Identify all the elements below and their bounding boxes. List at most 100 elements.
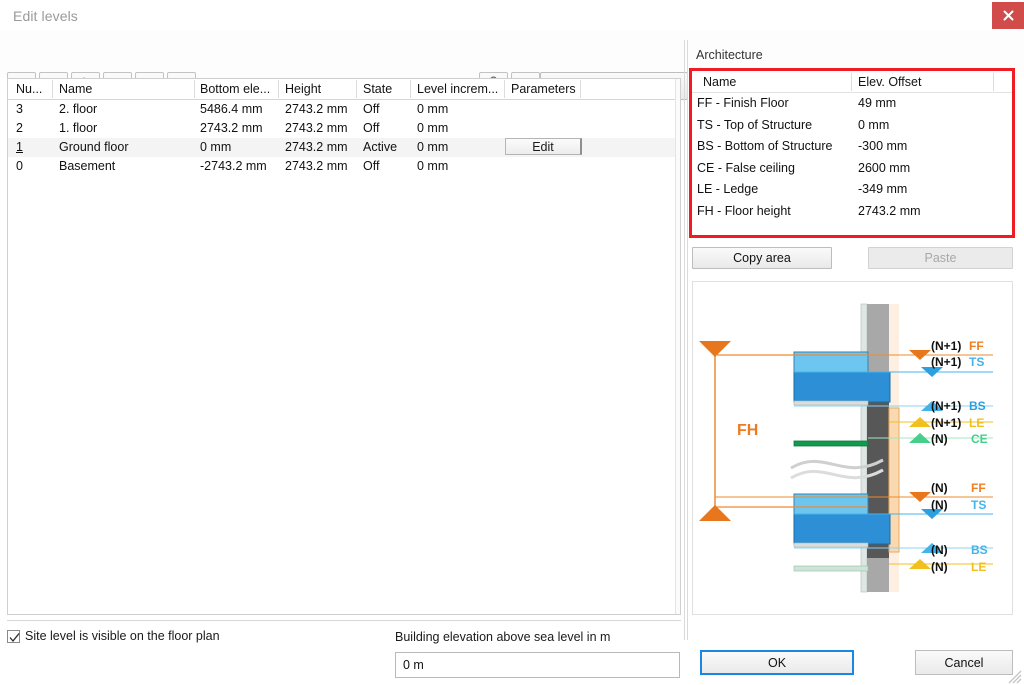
column-header-name[interactable]: Name bbox=[59, 82, 92, 96]
cell-state: Off bbox=[363, 121, 379, 135]
cell-bottom: -2743.2 mm bbox=[200, 159, 267, 173]
diagram-label-prefix: (N) bbox=[931, 560, 948, 574]
column-divider[interactable] bbox=[851, 73, 852, 91]
cancel-button[interactable]: Cancel bbox=[915, 650, 1013, 675]
cell-number: 3 bbox=[16, 102, 23, 116]
close-button[interactable] bbox=[992, 2, 1024, 29]
cell-increment: 0 mm bbox=[417, 102, 448, 116]
cell-state: Off bbox=[363, 159, 379, 173]
cell-arch-name: BS - Bottom of Structure bbox=[697, 139, 832, 153]
diagram-label-prefix: (N) bbox=[931, 432, 948, 446]
levels-table-header: Nu... Name Bottom ele... Height State Le… bbox=[8, 79, 680, 100]
cell-arch-offset: 2600 mm bbox=[858, 161, 910, 175]
diagram-label-code: LE bbox=[969, 416, 984, 430]
cell-height: 2743.2 mm bbox=[285, 159, 348, 173]
cell-increment: 0 mm bbox=[417, 121, 448, 135]
levels-table: Nu... Name Bottom ele... Height State Le… bbox=[7, 78, 681, 615]
footer-divider bbox=[7, 620, 681, 621]
table-row[interactable]: 0 Basement -2743.2 mm 2743.2 mm Off 0 mm bbox=[8, 157, 680, 176]
list-item[interactable]: FF - Finish Floor 49 mm bbox=[692, 93, 1012, 115]
column-header-state[interactable]: State bbox=[363, 82, 392, 96]
cell-height: 2743.2 mm bbox=[285, 102, 348, 116]
cell-bottom: 0 mm bbox=[200, 140, 231, 154]
cell-bottom: 2743.2 mm bbox=[200, 121, 263, 135]
building-elevation-label: Building elevation above sea level in m bbox=[395, 630, 610, 644]
diagram-label-code: FF bbox=[971, 481, 986, 495]
architecture-table-header: Name Elev. Offset bbox=[692, 71, 1012, 93]
cell-number: 1 bbox=[16, 140, 23, 154]
checkmark-icon bbox=[9, 632, 20, 643]
cell-name: 2. floor bbox=[59, 102, 97, 116]
copy-area-button[interactable]: Copy area bbox=[692, 247, 832, 269]
table-row[interactable]: 2 1. floor 2743.2 mm 2743.2 mm Off 0 mm bbox=[8, 119, 680, 138]
column-header-arch-offset[interactable]: Elev. Offset bbox=[858, 75, 921, 89]
architecture-table: Name Elev. Offset FF - Finish Floor 49 m… bbox=[689, 68, 1015, 238]
cell-arch-name: FF - Finish Floor bbox=[697, 96, 789, 110]
level-reference-diagram: FH (N+1) FF (N+1) TS (N+1) BS (N+1) LE (… bbox=[692, 281, 1013, 615]
diagram-label-code: BS bbox=[971, 543, 988, 557]
diagram-label-prefix: (N+1) bbox=[931, 399, 961, 413]
paste-button: Paste bbox=[868, 247, 1013, 269]
cell-number: 2 bbox=[16, 121, 23, 135]
column-header-increment[interactable]: Level increm... bbox=[417, 82, 498, 96]
diagram-label-code: LE bbox=[971, 560, 986, 574]
diagram-label-code: TS bbox=[971, 498, 986, 512]
list-item[interactable]: CE - False ceiling 2600 mm bbox=[692, 158, 1012, 180]
diagram-label-prefix: (N) bbox=[931, 498, 948, 512]
cell-arch-name: TS - Top of Structure bbox=[697, 118, 812, 132]
ok-button[interactable]: OK bbox=[700, 650, 854, 675]
site-level-checkbox[interactable]: Site level is visible on the floor plan bbox=[7, 629, 220, 643]
column-divider[interactable] bbox=[410, 80, 411, 98]
column-divider[interactable] bbox=[993, 73, 994, 91]
list-item[interactable]: BS - Bottom of Structure -300 mm bbox=[692, 136, 1012, 158]
level-section-drawing: FH bbox=[693, 282, 1012, 614]
column-divider[interactable] bbox=[504, 80, 505, 98]
column-divider[interactable] bbox=[278, 80, 279, 98]
column-divider[interactable] bbox=[580, 80, 581, 98]
cell-state: Off bbox=[363, 102, 379, 116]
column-header-height[interactable]: Height bbox=[285, 82, 321, 96]
table-row[interactable]: 3 2. floor 5486.4 mm 2743.2 mm Off 0 mm bbox=[8, 100, 680, 119]
levels-table-scrollbar[interactable] bbox=[675, 79, 680, 614]
resize-grip-icon[interactable] bbox=[1008, 670, 1022, 684]
diagram-label-code: CE bbox=[971, 432, 988, 446]
cell-arch-offset: -349 mm bbox=[858, 182, 907, 196]
building-elevation-input[interactable] bbox=[395, 652, 680, 678]
cell-arch-offset: 2743.2 mm bbox=[858, 204, 921, 218]
cell-state: Active bbox=[363, 140, 397, 154]
cell-arch-offset: -300 mm bbox=[858, 139, 907, 153]
column-header-parameters[interactable]: Parameters bbox=[511, 82, 576, 96]
cell-name: Ground floor bbox=[59, 140, 128, 154]
diagram-label-code: TS bbox=[969, 355, 984, 369]
cell-increment: 0 mm bbox=[417, 140, 448, 154]
column-header-number[interactable]: Nu... bbox=[16, 82, 42, 96]
cell-height: 2743.2 mm bbox=[285, 121, 348, 135]
column-header-arch-name[interactable]: Name bbox=[703, 75, 736, 89]
cell-arch-offset: 49 mm bbox=[858, 96, 896, 110]
list-item[interactable]: FH - Floor height 2743.2 mm bbox=[692, 201, 1012, 223]
diagram-label-code: FF bbox=[969, 339, 984, 353]
column-divider[interactable] bbox=[356, 80, 357, 98]
fh-dimension-label: FH bbox=[737, 422, 758, 439]
window-title-bar: Edit levels bbox=[0, 0, 1024, 32]
close-icon bbox=[1003, 10, 1014, 21]
diagram-label-prefix: (N+1) bbox=[931, 416, 961, 430]
diagram-label-prefix: (N+1) bbox=[931, 339, 961, 353]
diagram-label-prefix: (N+1) bbox=[931, 355, 961, 369]
column-header-bottom[interactable]: Bottom ele... bbox=[200, 82, 270, 96]
table-row-selected[interactable]: 1 Ground floor 0 mm 2743.2 mm Active 0 m… bbox=[8, 138, 680, 157]
page-title: Edit levels bbox=[13, 8, 78, 24]
cell-bottom: 5486.4 mm bbox=[200, 102, 263, 116]
list-item[interactable]: TS - Top of Structure 0 mm bbox=[692, 115, 1012, 137]
list-item[interactable]: LE - Ledge -349 mm bbox=[692, 179, 1012, 201]
cell-arch-name: FH - Floor height bbox=[697, 204, 791, 218]
column-divider[interactable] bbox=[52, 80, 53, 98]
cell-name: Basement bbox=[59, 159, 115, 173]
cell-increment: 0 mm bbox=[417, 159, 448, 173]
cell-arch-name: LE - Ledge bbox=[697, 182, 758, 196]
checkbox-box[interactable] bbox=[7, 630, 20, 643]
edit-level-button[interactable]: Edit bbox=[505, 138, 582, 155]
diagram-label-code: BS bbox=[969, 399, 986, 413]
diagram-label-prefix: (N) bbox=[931, 543, 948, 557]
column-divider[interactable] bbox=[194, 80, 195, 98]
